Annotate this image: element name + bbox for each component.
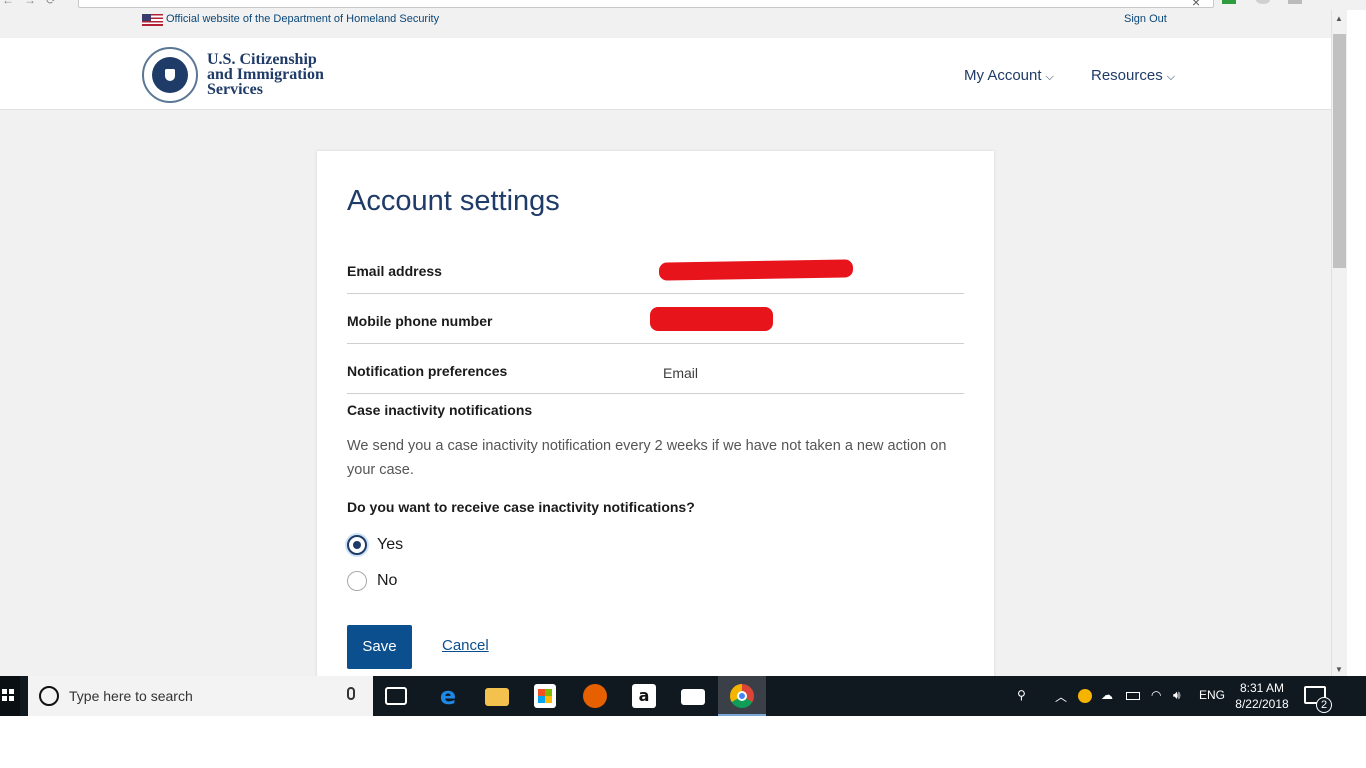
agency-logo-text[interactable]: U.S. Citizenship and Immigration Service…: [207, 52, 324, 98]
action-center-icon[interactable]: 2: [1304, 686, 1332, 713]
onedrive-icon[interactable]: ☁: [1101, 688, 1113, 702]
page-title: Account settings: [347, 185, 560, 217]
address-bar[interactable]: [78, 0, 1214, 8]
save-button[interactable]: Save: [347, 625, 412, 669]
extension-icon[interactable]: [1288, 0, 1302, 4]
clock-time: 8:31 AM: [1239, 681, 1285, 695]
account-settings-card: Account settings Email address Mobile ph…: [317, 151, 994, 676]
battery-icon[interactable]: [1126, 692, 1140, 700]
nav-my-account[interactable]: My Account ⌵: [964, 67, 1054, 84]
show-hidden-icons-icon[interactable]: ︿: [1055, 688, 1067, 705]
task-view-icon[interactable]: [385, 687, 407, 705]
phone-label: Mobile phone number: [347, 313, 493, 329]
chrome-icon[interactable]: [730, 684, 754, 708]
chevron-down-icon: ⌵: [1166, 71, 1176, 83]
radio-no[interactable]: [347, 571, 367, 591]
windows-logo-icon: [2, 689, 14, 701]
browser-nav-arrows-icon[interactable]: ←→⟳: [2, 0, 66, 7]
clear-address-icon[interactable]: ×: [1192, 0, 1200, 10]
file-explorer-icon[interactable]: [485, 688, 509, 706]
scroll-down-icon[interactable]: ▼: [1335, 665, 1343, 674]
gov-banner: Official website of the Department of Ho…: [0, 10, 1331, 38]
notification-count-badge: 2: [1316, 697, 1332, 713]
extension-icon[interactable]: [1222, 0, 1236, 4]
mail-icon[interactable]: [681, 689, 705, 705]
extension-icon[interactable]: [1256, 0, 1270, 4]
taskbar-search[interactable]: Type here to search: [28, 676, 373, 716]
radio-option-yes[interactable]: Yes: [347, 535, 403, 555]
page-scrollbar[interactable]: ▲ ▼: [1331, 10, 1347, 676]
nav-resources[interactable]: Resources ⌵: [1091, 67, 1175, 84]
scroll-up-icon[interactable]: ▲: [1335, 14, 1343, 23]
page-viewport: Official website of the Department of Ho…: [0, 10, 1331, 676]
email-label: Email address: [347, 263, 442, 279]
cortana-icon: [39, 686, 59, 706]
redacted-phone: [650, 307, 773, 331]
official-website-text: Official website of the Department of Ho…: [166, 13, 440, 25]
us-flag-icon: [142, 14, 163, 26]
people-icon[interactable]: ⚲: [1017, 688, 1026, 702]
store-icon[interactable]: [534, 684, 556, 708]
radio-option-no[interactable]: No: [347, 571, 397, 591]
clock-date: 8/22/2018: [1235, 697, 1289, 711]
taskbar: Type here to search e a ⚲ ︿ ☁ ◠ 🔊︎ ENG 8…: [0, 676, 1366, 716]
search-placeholder: Type here to search: [69, 688, 193, 704]
phone-row: Mobile phone number: [347, 294, 964, 344]
wifi-icon[interactable]: ◠: [1151, 688, 1161, 702]
clock[interactable]: 8:31 AM 8/22/2018: [1232, 680, 1292, 712]
inactivity-question: Do you want to receive case inactivity n…: [347, 499, 695, 515]
scroll-thumb[interactable]: [1333, 34, 1346, 268]
dhs-seal-icon[interactable]: [142, 47, 198, 103]
chevron-down-icon: ⌵: [1045, 71, 1054, 83]
browser-toolbar: ←→⟳ ×: [0, 0, 1366, 10]
volume-icon[interactable]: 🔊︎: [1173, 688, 1181, 703]
language-indicator[interactable]: ENG: [1199, 688, 1225, 702]
radio-yes[interactable]: [347, 535, 367, 555]
inactivity-description: We send you a case inactivity notificati…: [347, 438, 947, 478]
sign-out-link[interactable]: Sign Out: [1124, 13, 1167, 25]
notification-pref-label: Notification preferences: [347, 363, 508, 379]
notification-pref-value: Email: [663, 365, 699, 381]
start-button[interactable]: [0, 676, 20, 716]
notification-pref-row: Notification preferences Email: [347, 344, 964, 394]
edge-icon[interactable]: e: [436, 684, 460, 708]
cancel-link[interactable]: Cancel: [442, 637, 489, 654]
microphone-icon[interactable]: [347, 687, 355, 700]
email-row: Email address: [347, 244, 964, 294]
firefox-icon[interactable]: [583, 684, 607, 708]
app-tray-icon[interactable]: [1078, 689, 1092, 703]
inactivity-title: Case inactivity notifications: [347, 402, 533, 418]
amazon-icon[interactable]: a: [632, 684, 656, 708]
redacted-email: [658, 259, 854, 281]
site-header: U.S. Citizenship and Immigration Service…: [0, 38, 1331, 110]
